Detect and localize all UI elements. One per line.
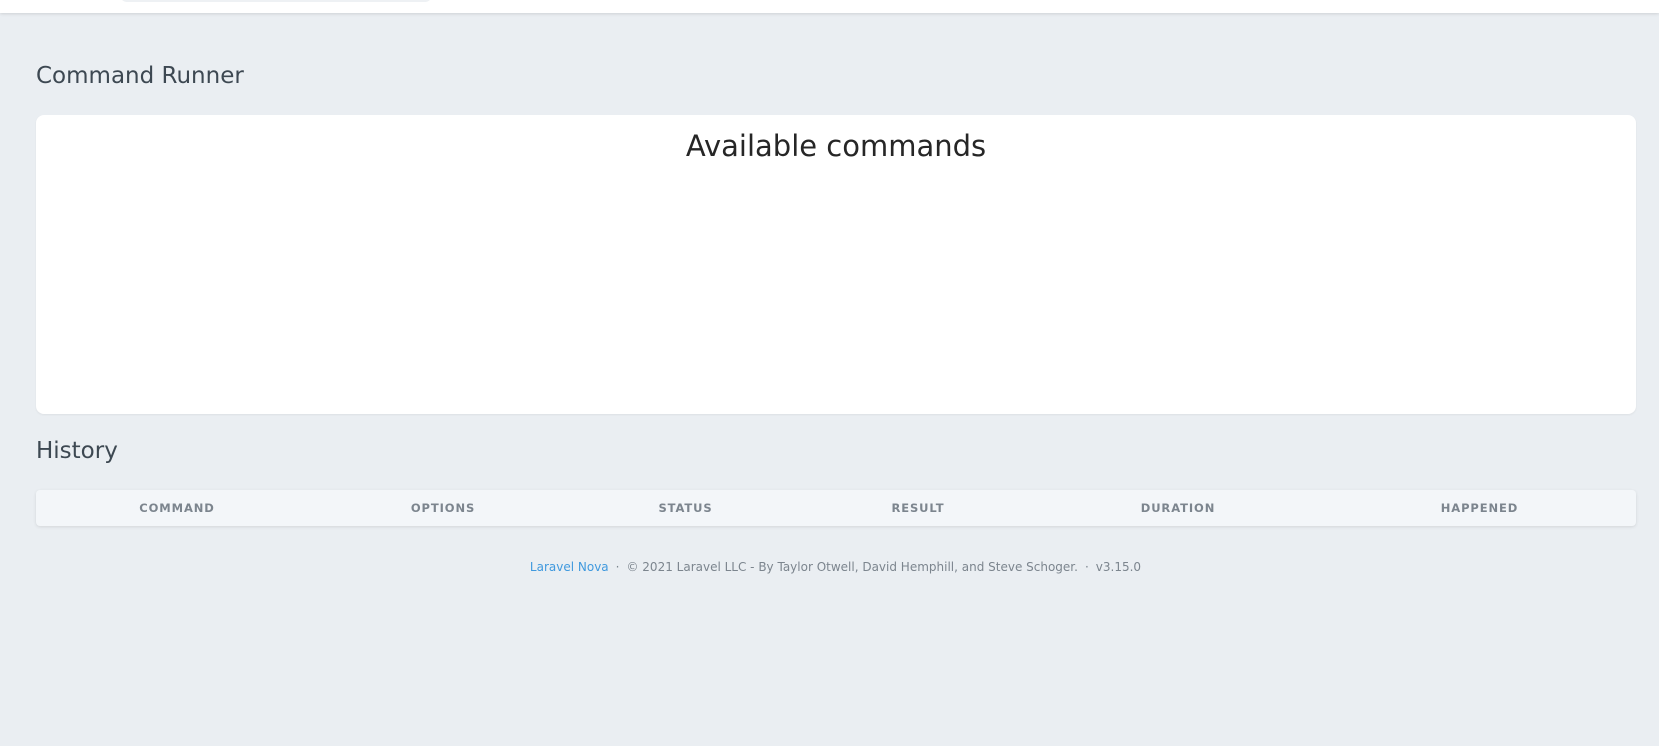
column-header-happened: HAPPENED <box>1440 501 1519 515</box>
top-navbar <box>0 0 1659 13</box>
footer-separator: · <box>1084 560 1089 574</box>
footer-copyright: © 2021 Laravel LLC - By Taylor Otwell, D… <box>626 560 1078 574</box>
footer-version: v3.15.0 <box>1095 560 1142 574</box>
laravel-nova-link[interactable]: Laravel Nova <box>530 560 609 574</box>
available-commands-heading: Available commands <box>685 129 987 163</box>
global-search-input[interactable] <box>120 0 432 2</box>
column-header-command: COMMAND <box>139 501 215 515</box>
history-table-header-row: COMMAND OPTIONS STATUS RESULT DURATION H… <box>36 490 1636 526</box>
footer-separator: · <box>615 560 620 574</box>
history-table: COMMAND OPTIONS STATUS RESULT DURATION H… <box>36 490 1636 526</box>
available-commands-card: Available commands <box>36 115 1636 414</box>
footer: Laravel Nova · © 2021 Laravel LLC - By Tay… <box>0 558 1659 576</box>
column-header-status: STATUS <box>658 501 713 515</box>
column-header-result: RESULT <box>891 501 945 515</box>
page-title: Command Runner <box>36 63 244 89</box>
history-title: History <box>36 438 118 464</box>
column-header-duration: DURATION <box>1140 501 1216 515</box>
column-header-options: OPTIONS <box>410 501 476 515</box>
